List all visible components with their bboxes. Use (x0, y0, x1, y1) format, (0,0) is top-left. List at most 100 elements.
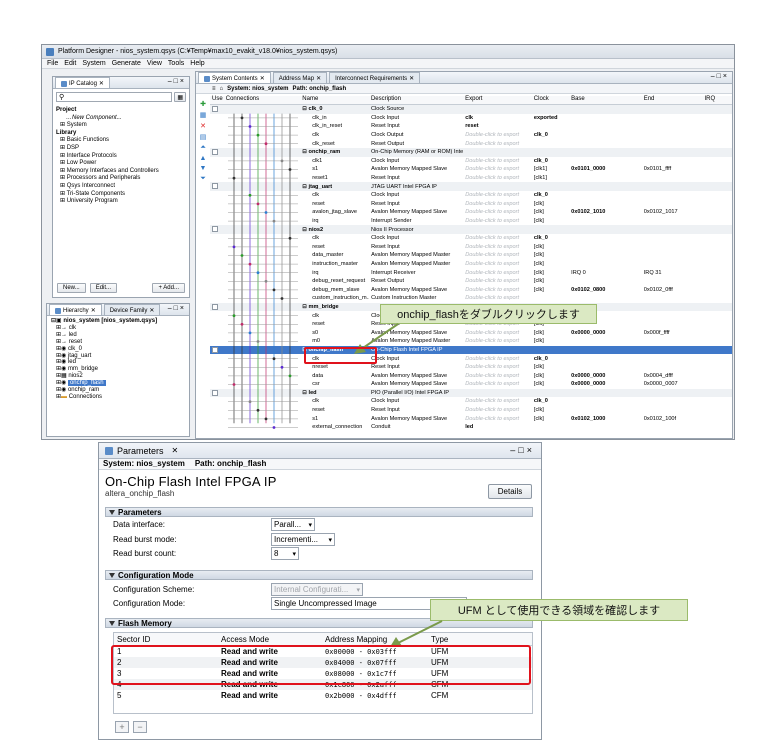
export-cell[interactable]: Double-click to export (463, 270, 532, 276)
read-burst-count-select[interactable]: 8 ▾ (271, 547, 299, 560)
tab-system-contents[interactable]: System Contents ✕ (198, 72, 271, 83)
export-cell[interactable]: Double-click to export (463, 356, 532, 362)
export-cell[interactable]: Double-click to export (463, 244, 532, 250)
menu-file[interactable]: File (47, 60, 58, 67)
use-checkbox[interactable] (212, 106, 218, 113)
export-cell[interactable]: Double-click to export (463, 295, 532, 301)
table-row[interactable]: 5 Read and write 0x2b000 - 0x4dfff CFM (114, 690, 532, 701)
new-component-item[interactable]: …New Component... (56, 115, 186, 123)
system-item[interactable]: ⊞ System (56, 122, 186, 130)
hierarchy-item[interactable]: ⊞→ reset (51, 339, 185, 346)
export-cell[interactable]: Double-click to export (463, 407, 532, 413)
export-cell[interactable]: Double-click to export (463, 192, 532, 198)
tab-ip-catalog[interactable]: IP Catalog ✕ (55, 77, 110, 88)
export-cell[interactable]: Double-click to export (463, 261, 532, 267)
hierarchy-item-selected[interactable]: ⊞◉ onchip_flash (51, 380, 185, 387)
menu-tools[interactable]: Tools (168, 60, 184, 67)
details-button[interactable]: Details (488, 484, 532, 499)
move-down-icon[interactable]: ▼ (200, 165, 207, 172)
tab-hierarchy[interactable]: Hierarchy ✕ (49, 304, 102, 315)
use-checkbox[interactable] (212, 149, 218, 156)
close-icon[interactable]: ✕ (91, 307, 96, 314)
export-cell[interactable]: led (463, 424, 532, 430)
hierarchy-item[interactable]: ⊞◉ onchip_ram (51, 387, 185, 394)
new-button[interactable]: New... (57, 283, 86, 293)
hierarchy-item[interactable]: ⊞▬ Connections (51, 394, 185, 401)
library-item[interactable]: ⊞ Tri-State Components (56, 191, 186, 199)
library-item[interactable]: ⊞ DSP (56, 145, 186, 153)
remove-icon[interactable]: ✕ (200, 122, 206, 130)
menu-edit[interactable]: Edit (64, 60, 76, 67)
window-controls[interactable]: –□× (510, 445, 535, 455)
library-item[interactable]: ⊞ Basic Functions (56, 137, 186, 145)
tab-address-map[interactable]: Address Map ✕ (272, 72, 328, 83)
export-cell[interactable]: Double-click to export (463, 141, 532, 147)
move-up-icon[interactable]: ▲ (200, 155, 207, 162)
add-sector-button[interactable]: + (115, 721, 129, 733)
up-icon[interactable]: ⌂ (220, 86, 224, 92)
close-icon[interactable]: ✕ (260, 75, 265, 82)
hierarchy-item[interactable]: ⊞◉ led (51, 359, 185, 366)
hierarchy-item[interactable]: ⊞→ clk (51, 325, 185, 332)
close-icon[interactable]: ✕ (409, 75, 414, 82)
pane-controls[interactable]: –□× (711, 73, 729, 80)
export-cell[interactable]: Double-click to export (463, 132, 532, 138)
export-cell[interactable]: Double-click to export (463, 338, 532, 344)
export-cell[interactable]: Double-click to export (463, 218, 532, 224)
hierarchy-root[interactable]: ⊟▣ nios_system [nios_system.qsys] (51, 318, 185, 325)
pane-controls[interactable]: –□× (168, 78, 186, 85)
hierarchy-item[interactable]: ⊞◉ jtag_uart (51, 353, 185, 360)
section-configuration-mode[interactable]: Configuration Mode (105, 570, 533, 580)
export-cell[interactable]: Double-click to export (463, 252, 532, 258)
add-button[interactable]: + Add... (152, 283, 185, 293)
read-burst-mode-select[interactable]: Incrementi... ▾ (271, 533, 335, 546)
menu-system[interactable]: System (82, 60, 105, 67)
library-item[interactable]: ⊞ Processors and Peripherals (56, 175, 186, 183)
tab-device-family[interactable]: Device Family ✕ (103, 304, 161, 315)
hierarchy-item[interactable]: ⊞◉ mm_bridge (51, 366, 185, 373)
export-cell[interactable]: Double-click to export (463, 235, 532, 241)
edit-icon[interactable]: ▤ (200, 133, 207, 141)
export-cell[interactable]: Double-click to export (463, 381, 532, 387)
library-item[interactable]: ⊞ Qsys Interconnect (56, 183, 186, 191)
move-top-icon[interactable]: ⏶ (200, 144, 206, 152)
export-cell[interactable]: Double-click to export (463, 209, 532, 215)
data-interface-select[interactable]: Parall... ▾ (271, 518, 315, 531)
export-cell[interactable]: Double-click to export (463, 364, 532, 370)
hierarchy-item[interactable]: ⊞◉ clk_0 (51, 346, 185, 353)
use-checkbox[interactable] (212, 226, 218, 233)
remove-sector-button[interactable]: − (133, 721, 147, 733)
back-icon[interactable]: ≡ (212, 86, 216, 92)
use-checkbox[interactable] (212, 303, 218, 310)
export-cell[interactable]: clk (463, 115, 532, 121)
library-item[interactable]: ⊞ Low Power (56, 160, 186, 168)
filter-button[interactable]: ▦ (174, 92, 186, 102)
export-cell[interactable]: Double-click to export (463, 398, 532, 404)
edit-button[interactable]: Edit... (89, 283, 118, 293)
menu-help[interactable]: Help (190, 60, 204, 67)
ip-search-input[interactable]: ⚲ (56, 92, 173, 102)
tab-interconnect[interactable]: Interconnect Requirements ✕ (329, 72, 421, 83)
export-cell[interactable]: Double-click to export (463, 373, 532, 379)
move-icon[interactable]: ▦ (200, 111, 207, 119)
export-cell[interactable]: Double-click to export (463, 201, 532, 207)
pane-controls[interactable]: –□× (168, 305, 186, 312)
export-cell[interactable]: Double-click to export (463, 158, 532, 164)
use-checkbox[interactable] (212, 389, 218, 396)
use-checkbox[interactable] (212, 183, 218, 190)
add-icon[interactable]: ✚ (200, 100, 206, 108)
export-cell[interactable]: Double-click to export (463, 166, 532, 172)
close-icon[interactable]: ✕ (172, 446, 179, 455)
library-item[interactable]: ⊞ Interface Protocols (56, 153, 186, 161)
menu-view[interactable]: View (147, 60, 162, 67)
close-icon[interactable]: ✕ (316, 75, 321, 82)
section-parameters[interactable]: Parameters (105, 507, 533, 517)
close-icon[interactable]: ✕ (99, 80, 104, 87)
use-checkbox[interactable] (212, 346, 218, 353)
library-item[interactable]: ⊞ University Program (56, 198, 186, 206)
close-icon[interactable]: ✕ (149, 307, 154, 314)
export-cell[interactable]: reset (463, 123, 532, 129)
library-item[interactable]: ⊞ Memory Interfaces and Controllers (56, 168, 186, 176)
menu-generate[interactable]: Generate (112, 60, 141, 67)
export-cell[interactable]: Double-click to export (463, 287, 532, 293)
